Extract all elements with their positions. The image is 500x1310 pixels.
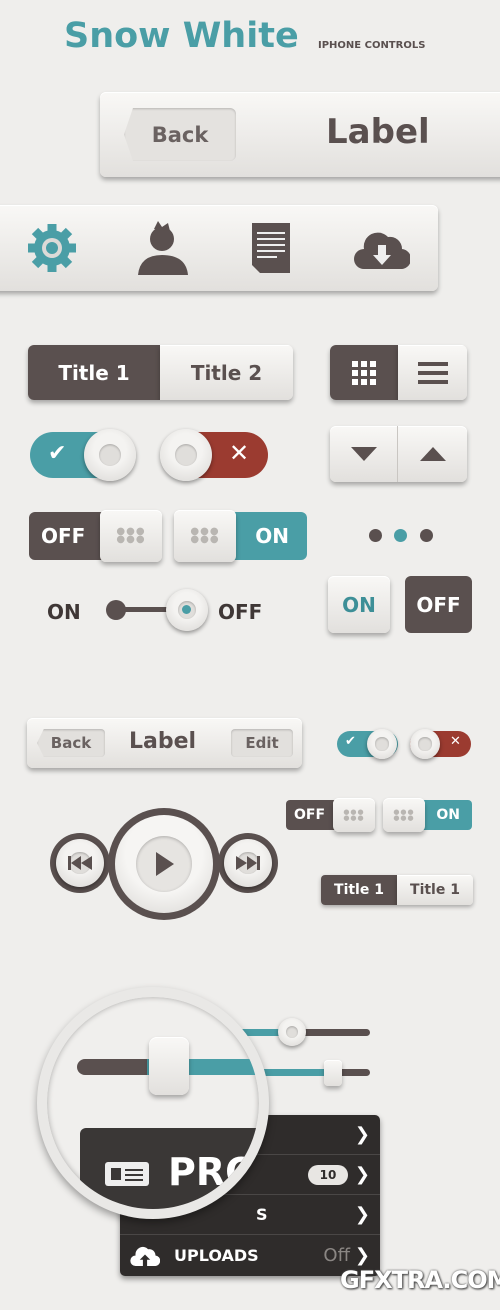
slider-switch-off-label: OFF (218, 600, 263, 624)
media-controls (48, 806, 280, 920)
view-toggle (330, 345, 467, 400)
gear-icon[interactable] (26, 222, 78, 274)
arrow-up-button[interactable] (398, 426, 467, 482)
page-dot[interactable] (369, 529, 382, 542)
switch-off-knob[interactable]: ●●● ●●● (100, 510, 162, 562)
navbar: Back Label (100, 92, 500, 177)
grid-icon[interactable] (330, 345, 398, 400)
cloud-upload-icon (130, 1246, 160, 1266)
edit-button[interactable]: Edit (231, 729, 293, 757)
slider-2-knob[interactable] (324, 1060, 342, 1086)
teal-dot (182, 605, 191, 614)
small-navbar: Back Label Edit (27, 718, 302, 768)
small-segmented-control: Title 1 Title 1 (321, 875, 473, 905)
watermark: GFXTRA.COM (340, 1266, 500, 1294)
stepper (330, 426, 467, 482)
switch-on-label: ON (255, 524, 289, 548)
small-switch-off-label: OFF (294, 807, 326, 823)
slider-switch-on-label: ON (47, 600, 81, 624)
slider-switch-start (106, 600, 126, 620)
page-dot-active[interactable] (394, 529, 407, 542)
arrow-down-button[interactable] (330, 426, 398, 482)
next-button[interactable] (218, 833, 278, 893)
toggle-on-knob[interactable] (84, 429, 136, 481)
toggle-off-knob[interactable] (160, 429, 212, 481)
back-button[interactable]: Back (124, 108, 236, 161)
previous-button[interactable] (50, 833, 110, 893)
user-icon[interactable] (136, 221, 190, 275)
play-button[interactable] (108, 808, 220, 920)
chevron-right-icon: ❯ (354, 1244, 370, 1266)
small-switch-on-knob[interactable]: ●●● ●●● (383, 798, 425, 832)
id-card-icon (105, 1162, 149, 1186)
magnified-slider-knob (149, 1037, 189, 1095)
count-badge: 10 (308, 1164, 348, 1185)
menu-row-value: Off (323, 1244, 350, 1266)
chevron-right-icon: ❯ (354, 1204, 370, 1225)
magnified-label: PRO (168, 1150, 258, 1194)
small-toggle-off-knob[interactable] (410, 729, 440, 759)
segment-title-2[interactable]: Title 2 (160, 345, 293, 400)
slider-1-knob[interactable] (278, 1018, 306, 1046)
magnified-menu-panel: PRO (80, 1128, 259, 1209)
app-subtitle: IPHONE CONTROLS (318, 40, 426, 51)
document-icon[interactable] (252, 223, 294, 273)
small-segment-2[interactable]: Title 1 (397, 875, 473, 905)
app-title: Snow White (64, 16, 299, 56)
x-icon: ✕ (229, 439, 250, 467)
magnifier: PRO (37, 987, 269, 1219)
segment-title-1[interactable]: Title 1 (28, 345, 160, 400)
check-icon: ✔ (345, 734, 356, 749)
tabbar (0, 205, 438, 291)
list-icon[interactable] (398, 345, 467, 400)
on-button[interactable]: ON (328, 576, 390, 633)
switch-off-label: OFF (41, 524, 86, 548)
segmented-control: Title 1 Title 2 (28, 345, 293, 400)
navbar-title: Label (326, 112, 430, 152)
chevron-right-icon: ❯ (354, 1164, 370, 1185)
menu-row-label: UPLOADS (174, 1245, 259, 1265)
cloud-download-icon[interactable] (354, 227, 410, 269)
small-switch-on-label: ON (436, 807, 460, 823)
chevron-right-icon: ❯ (354, 1124, 370, 1145)
switch-on-knob[interactable]: ●●● ●●● (174, 510, 236, 562)
small-navbar-title: Label (129, 729, 197, 754)
x-icon: ✕ (450, 734, 461, 749)
small-back-button[interactable]: Back (37, 729, 105, 757)
small-switch-off-knob[interactable]: ●●● ●●● (333, 798, 375, 832)
page-dot[interactable] (420, 529, 433, 542)
small-segment-1[interactable]: Title 1 (321, 875, 397, 905)
next-icon (236, 856, 260, 870)
small-toggle-on-knob[interactable] (367, 729, 397, 759)
off-button[interactable]: OFF (405, 576, 472, 633)
previous-icon (68, 856, 92, 870)
play-icon (156, 852, 174, 876)
check-icon: ✔ (48, 441, 67, 466)
